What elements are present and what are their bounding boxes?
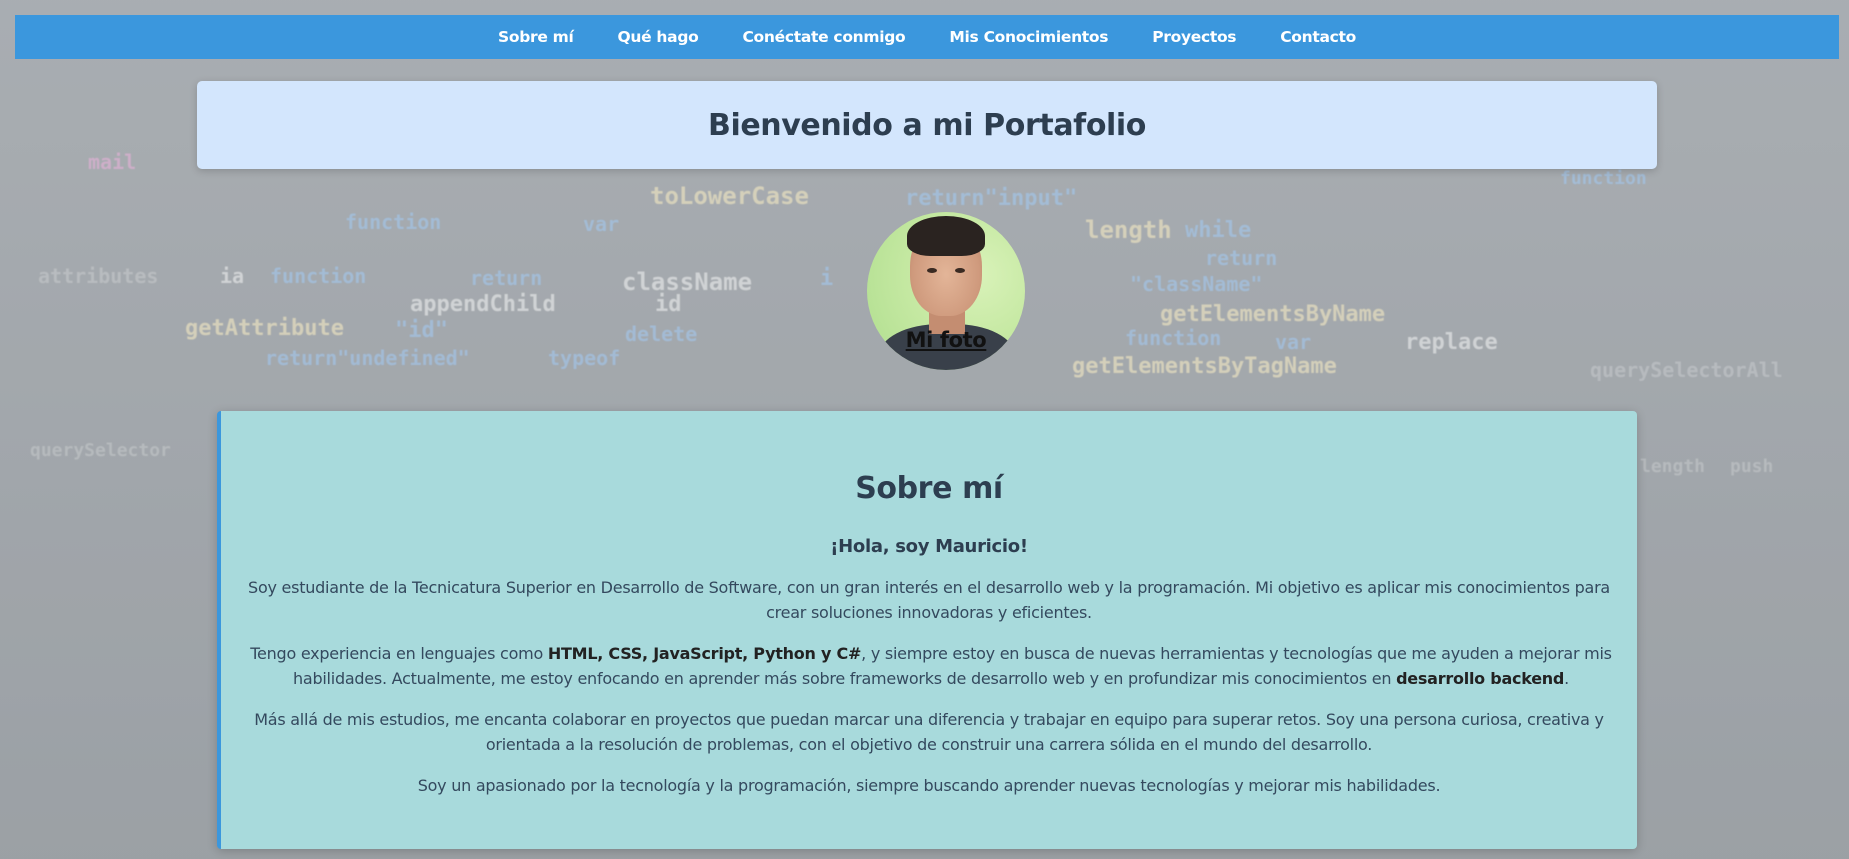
about-greeting: ¡Hola, soy Mauricio! xyxy=(830,536,1028,557)
about-title: Sobre mí xyxy=(855,471,1003,506)
nav-link-contacto[interactable]: Contacto xyxy=(1280,28,1356,46)
about-p2-text: . xyxy=(1564,669,1569,688)
photo-eye xyxy=(927,268,937,273)
photo-hair xyxy=(907,216,985,256)
about-paragraph-2: Tengo experiencia en lenguajes como HTML… xyxy=(221,641,1641,691)
about-p2-text: Tengo experiencia en lenguajes como xyxy=(250,644,548,663)
about-p2-backend: desarrollo backend xyxy=(1396,669,1565,688)
page-title: Bienvenido a mi Portafolio xyxy=(707,107,1147,143)
photo-eye xyxy=(955,268,965,273)
nav-link-que-hago[interactable]: Qué hago xyxy=(618,28,699,46)
about-paragraph-4: Soy un apasionado por la tecnología y la… xyxy=(417,776,1441,795)
about-paragraph-3: Más allá de mis estudios, me encanta col… xyxy=(254,710,1604,754)
nav-link-conectate[interactable]: Conéctate conmigo xyxy=(742,28,905,46)
about-section: Sobre mí ¡Hola, soy Mauricio! Soy estudi… xyxy=(217,411,1637,849)
profile-photo[interactable]: Mi foto xyxy=(867,212,1025,370)
nav-link-sobre-mi[interactable]: Sobre mí xyxy=(498,28,574,46)
about-p2-languages: HTML, CSS, JavaScript, Python y C# xyxy=(547,644,862,663)
photo-caption-link[interactable]: Mi foto xyxy=(867,328,1025,352)
about-paragraph-1: Soy estudiante de la Tecnicatura Superio… xyxy=(248,578,1610,622)
nav-link-proyectos[interactable]: Proyectos xyxy=(1152,28,1236,46)
welcome-header: Bienvenido a mi Portafolio xyxy=(197,81,1657,169)
top-navbar: Sobre mí Qué hago Conéctate conmigo Mis … xyxy=(15,15,1839,59)
nav-link-conocimientos[interactable]: Mis Conocimientos xyxy=(949,28,1108,46)
